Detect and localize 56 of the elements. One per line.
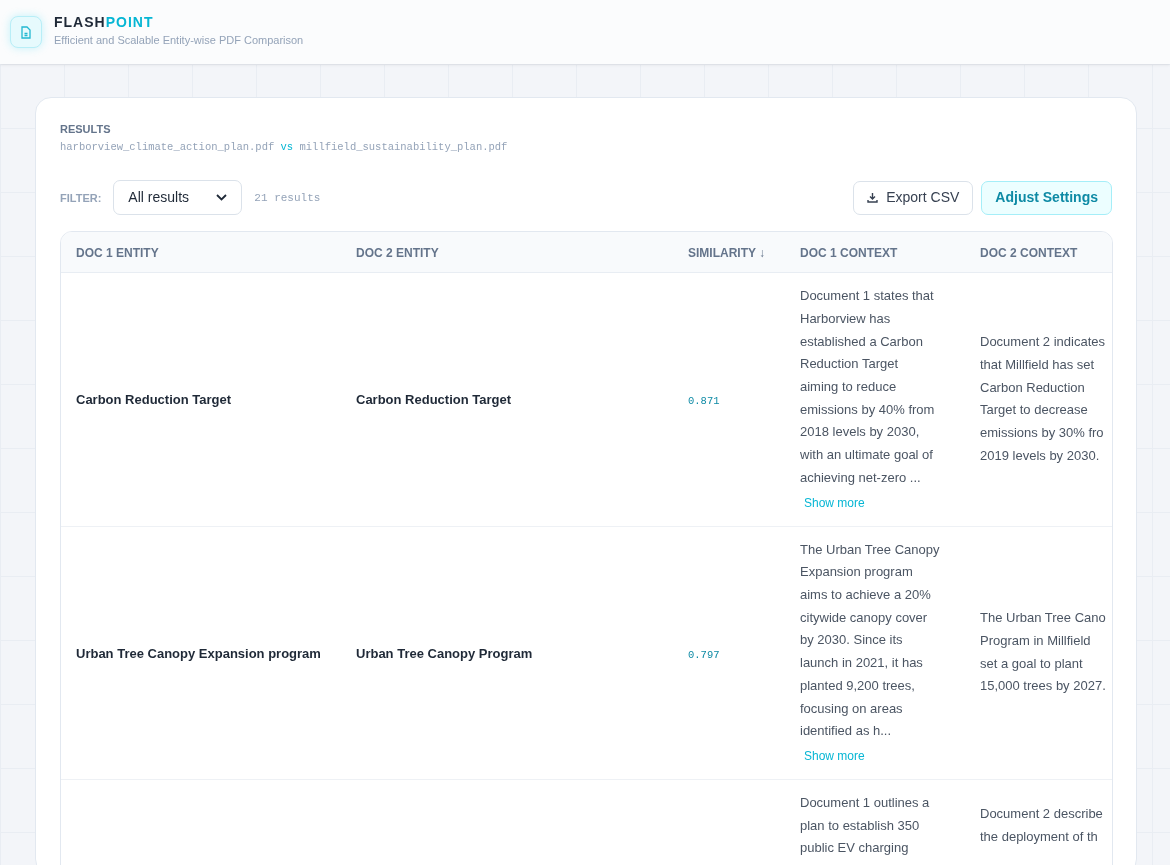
context-line: Expansion program: [800, 563, 913, 582]
adjust-settings-button[interactable]: Adjust Settings: [981, 180, 1112, 215]
context-line: 15,000 trees by 2027.: [980, 677, 1106, 696]
column-header: DOC 1 ENTITY: [76, 246, 159, 260]
context-line: aiming to reduce: [800, 378, 897, 397]
context-line: identified as h...: [800, 722, 892, 741]
context-line: public EV charging: [800, 839, 909, 858]
context-line: with an ultimate goal of: [800, 446, 933, 465]
context-line: established a Carbon: [800, 332, 923, 351]
context-line: Document 1 states that: [800, 287, 934, 306]
similarity-score: 0.797: [688, 648, 720, 661]
entity-name: Carbon Reduction Target: [76, 392, 232, 408]
context-line: Document 2 indicates: [980, 333, 1105, 352]
context-line: emissions by 40% from: [800, 400, 935, 419]
entity-name: Carbon Reduction Target: [356, 392, 512, 408]
context-line: Program in Millfield: [980, 632, 1091, 651]
entity-name: Urban Tree Canopy Program: [356, 645, 533, 661]
similarity-score: 0.871: [688, 395, 720, 408]
context-line: aims to achieve a 20%: [800, 586, 931, 604]
document-icon: [10, 16, 42, 48]
export-csv-button[interactable]: Export CSV: [853, 180, 974, 215]
context-line: achieving net-zero ...: [800, 468, 921, 487]
context-line: plan to establish 350: [800, 816, 920, 835]
context-line: Carbon Reduction: [980, 378, 1085, 397]
context-line: Document 1 outlines a: [800, 793, 930, 812]
filter-label: FILTER:: [60, 190, 102, 206]
context-line: 2019 levels by 2030.: [980, 446, 1100, 465]
context-line: the deployment of th: [980, 827, 1098, 846]
column-header: DOC 2 CONTEXT: [980, 246, 1078, 260]
column-header: DOC 1 CONTEXT: [800, 246, 898, 260]
filter-dropdown[interactable]: All results: [113, 180, 243, 216]
context-line: Document 2 describe: [980, 805, 1103, 824]
download-icon: [867, 192, 879, 204]
column-header: DOC 2 ENTITY: [356, 246, 439, 260]
app-subtitle: Efficient and Scalable Entity-wise PDF Comparison: [54, 33, 304, 49]
context-line: set a goal to plant: [980, 654, 1083, 673]
context-line: focusing on areas: [800, 699, 903, 718]
context-line: Reduction Target: [800, 355, 899, 374]
context-line: that Millfield has set: [980, 356, 1095, 374]
context-line: The Urban Tree Cano: [980, 609, 1106, 628]
column-header[interactable]: SIMILARITY ↓: [688, 246, 766, 260]
context-line: citywide canopy cover: [800, 608, 928, 627]
context-line: The Urban Tree Canopy: [800, 540, 940, 559]
result-count: 21 results: [254, 190, 321, 206]
context-line: by 2030. Since its: [800, 631, 903, 650]
context-line: Target to decrease: [980, 401, 1088, 420]
context-line: emissions by 30% fro: [980, 424, 1104, 443]
context-line: Harborview has: [800, 309, 891, 328]
chevron-down-icon: [216, 194, 228, 202]
entity-name: Urban Tree Canopy Expansion program: [76, 645, 321, 661]
context-line: 2018 levels by 2030,: [800, 423, 920, 442]
context-line: launch in 2021, it has: [800, 654, 923, 673]
app-title: FLASHPOINT: [54, 15, 155, 30]
context-line: planted 9,200 trees,: [800, 676, 915, 695]
results-heading: RESULTS: [60, 124, 112, 135]
compared-files: harborview_climate_action_plan.pdf vs millfield_sustainability_plan.pdf: [60, 140, 509, 155]
